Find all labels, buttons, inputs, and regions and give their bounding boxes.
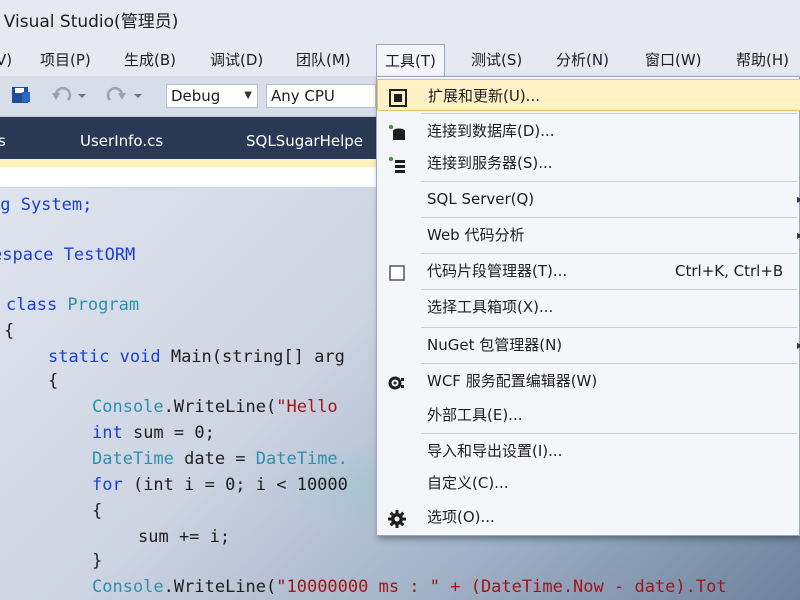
code-datetime-type: DateTime xyxy=(92,449,174,469)
gear-icon xyxy=(387,508,407,528)
code-main-brace: { xyxy=(48,371,59,391)
menu-item-shortcut: Ctrl+K, Ctrl+B xyxy=(675,262,784,280)
title-bar: ft Visual Studio(管理员) xyxy=(0,0,800,44)
code-writeline: .WriteLine( xyxy=(163,397,277,417)
undo-icon[interactable] xyxy=(50,84,88,106)
code-elapsed-expression: "10000000 ms : " + (DateTime.Now - date)… xyxy=(276,577,727,597)
code-text: ng System; espace TestORM class Program … xyxy=(0,188,727,597)
code-line-3: espace TestORM xyxy=(0,245,136,265)
menu-bar: V) 项目(P) 生成(B) 调试(D) 团队(M) 工具(T) 测试(S) 分… xyxy=(0,44,800,78)
menu-item-label: 选项(O)... xyxy=(427,508,495,526)
menu-item-external-tools[interactable]: 外部工具(E)... xyxy=(377,399,800,431)
tools-menu-dropdown: 扩展和更新(U)... 连接到数据库(D)... 连接到服务器(S)... SQ… xyxy=(376,76,800,536)
code-sum-increment: sum += i; xyxy=(138,527,231,547)
menu-separator xyxy=(421,217,797,218)
code-for-header: (int i = 0; i < 10000 xyxy=(122,475,348,495)
menu-item-customize[interactable]: 自定义(C)... xyxy=(377,467,800,499)
menu-separator xyxy=(421,113,797,114)
menu-item-label: 扩展和更新(U)... xyxy=(428,87,540,105)
code-for-brace-open: { xyxy=(92,501,103,521)
snippet-icon xyxy=(387,262,407,282)
menu-item-web-code-analysis[interactable]: Web 代码分析 ▸ xyxy=(377,219,800,251)
code-date-assign: date = xyxy=(173,449,256,469)
menu-item-label: 外部工具(E)... xyxy=(427,406,523,424)
menu-separator xyxy=(421,327,797,328)
menu-item-connect-server[interactable]: 连接到服务器(S)... xyxy=(377,147,800,179)
code-hello-string: "Hello xyxy=(276,397,338,417)
code-class-name: Program xyxy=(67,295,140,315)
platform-value: Any CPU xyxy=(271,87,335,105)
menu-debug[interactable]: 调试(D) xyxy=(210,44,263,76)
code-console-2: Console xyxy=(92,577,164,597)
menu-separator xyxy=(421,253,797,254)
menu-separator xyxy=(421,363,797,364)
menu-item-label: 连接到服务器(S)... xyxy=(427,154,553,172)
menu-item-snippet-manager[interactable]: 代码片段管理器(T)... Ctrl+K, Ctrl+B xyxy=(377,255,800,287)
menu-item-label: Web 代码分析 xyxy=(427,226,525,244)
code-writeline-2: .WriteLine( xyxy=(163,577,277,597)
menu-project[interactable]: 项目(P) xyxy=(40,44,91,76)
code-brace-open: { xyxy=(4,321,15,341)
solution-config-value: Debug xyxy=(171,87,221,105)
menu-item-label: 代码片段管理器(T)... xyxy=(427,262,568,280)
menu-team[interactable]: 团队(M) xyxy=(296,44,351,76)
menu-item-choose-toolbox-items[interactable]: 选择工具箱项(X)... xyxy=(377,291,800,323)
code-class-keyword: class xyxy=(6,295,68,315)
menu-analyze[interactable]: 分析(N) xyxy=(556,44,609,76)
server-connect-icon xyxy=(387,154,407,174)
code-line-1: ng System; xyxy=(0,195,93,215)
code-main-signature: Main(string[] arg xyxy=(170,347,345,367)
menu-item-import-export-settings[interactable]: 导入和导出设置(I)... xyxy=(377,435,800,467)
menu-item-label: 选择工具箱项(X)... xyxy=(427,298,554,316)
menu-tools[interactable]: 工具(T) xyxy=(376,44,445,78)
menu-item-connect-database[interactable]: 连接到数据库(D)... xyxy=(377,115,800,147)
code-for-keyword: for xyxy=(92,475,123,495)
menu-view[interactable]: V) xyxy=(0,44,12,76)
chevron-down-icon: ▼ xyxy=(244,90,252,101)
tab-sqlsugarhelper[interactable]: SQLSugarHelpe xyxy=(246,127,363,155)
menu-item-wcf-config[interactable]: WCF 服务配置编辑器(W) xyxy=(377,365,800,397)
menu-separator xyxy=(421,181,797,182)
code-datetime-ref: DateTime. xyxy=(255,449,348,469)
code-console: Console xyxy=(92,397,164,417)
code-for-brace-close: } xyxy=(92,551,103,571)
window-title: ft Visual Studio(管理员) xyxy=(0,12,179,32)
menu-separator xyxy=(421,433,797,434)
solution-config-select[interactable]: Debug ▼ xyxy=(166,84,258,108)
menu-item-label: 自定义(C)... xyxy=(427,474,509,492)
menu-item-sql-server[interactable]: SQL Server(Q) ▸ xyxy=(377,183,800,215)
wcf-config-icon xyxy=(387,372,407,392)
menu-build[interactable]: 生成(B) xyxy=(124,44,176,76)
tab-program[interactable]: s xyxy=(0,127,6,155)
save-all-icon[interactable] xyxy=(0,84,34,106)
menu-separator xyxy=(421,289,797,290)
menu-item-label: 连接到数据库(D)... xyxy=(427,122,555,140)
menu-test[interactable]: 测试(S) xyxy=(471,44,522,76)
menu-item-label: 导入和导出设置(I)... xyxy=(427,442,563,460)
menu-help[interactable]: 帮助(H) xyxy=(736,44,789,76)
database-connect-icon xyxy=(387,122,407,142)
code-static-void: static void xyxy=(48,347,171,367)
code-int-keyword: int xyxy=(92,423,123,443)
redo-icon[interactable] xyxy=(102,84,148,106)
code-sum-init: sum = 0; xyxy=(122,423,215,443)
menu-item-label: WCF 服务配置编辑器(W) xyxy=(427,372,598,390)
menu-item-label: SQL Server(Q) xyxy=(427,190,535,208)
menu-window[interactable]: 窗口(W) xyxy=(645,44,702,76)
tab-userinfo[interactable]: UserInfo.cs xyxy=(80,127,163,155)
extensions-icon xyxy=(388,87,408,107)
platform-select[interactable]: Any CPU xyxy=(266,84,376,108)
menu-item-label: NuGet 包管理器(N) xyxy=(427,336,563,354)
menu-item-extensions[interactable]: 扩展和更新(U)... xyxy=(377,79,800,111)
menu-item-nuget[interactable]: NuGet 包管理器(N) ▸ xyxy=(377,329,800,361)
menu-item-options[interactable]: 选项(O)... xyxy=(377,501,800,533)
